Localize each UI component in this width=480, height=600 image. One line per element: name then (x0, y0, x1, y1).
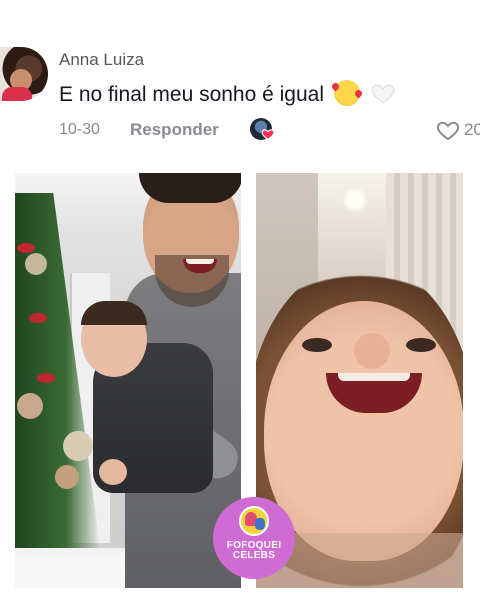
watermark-logo-icon (239, 506, 269, 536)
man-hair (139, 173, 241, 203)
comment-username[interactable]: Anna Luiza (59, 50, 144, 70)
tree-bow (29, 313, 47, 323)
like-button[interactable]: 20 (436, 118, 480, 142)
man-teeth (186, 259, 214, 264)
comment-date: 10-30 (59, 121, 100, 138)
tree-ornament (55, 465, 79, 489)
liked-heart-icon (261, 129, 275, 140)
watermark-badge: FOFOQUEI CELEBS (213, 497, 295, 579)
comment-body: E no final meu sonho é igual (59, 80, 396, 107)
ceiling-light (342, 187, 368, 213)
avatar-shirt (2, 87, 32, 101)
child-eye-left (302, 338, 332, 352)
smiling-face-with-hearts-emoji-icon (333, 80, 360, 106)
child-teeth (338, 373, 410, 381)
watermark-text: FOFOQUEI CELEBS (227, 541, 282, 561)
tree-ornament (25, 253, 47, 275)
video-panel-left[interactable] (15, 173, 241, 588)
baby-hair (81, 301, 147, 325)
tree-bow (37, 373, 55, 383)
child-nose (354, 333, 390, 369)
heart-outline-icon (436, 121, 460, 141)
tree-ornament (17, 393, 43, 419)
white-heart-emoji-icon (370, 80, 396, 106)
comment-text: E no final meu sonho é igual (59, 83, 325, 106)
watermark-line2: CELEBS (232, 550, 276, 561)
tree-bow (17, 243, 35, 253)
comment-meta-row: 10-30 Responder 20 (59, 118, 480, 142)
like-count: 20 (464, 120, 480, 139)
tree-ornament (63, 431, 93, 461)
user-avatar[interactable] (0, 47, 48, 101)
liked-by-creator-badge (250, 118, 278, 142)
reply-button[interactable]: Responder (130, 120, 219, 140)
child-eye-right (406, 338, 436, 352)
baby-hand (99, 459, 127, 485)
